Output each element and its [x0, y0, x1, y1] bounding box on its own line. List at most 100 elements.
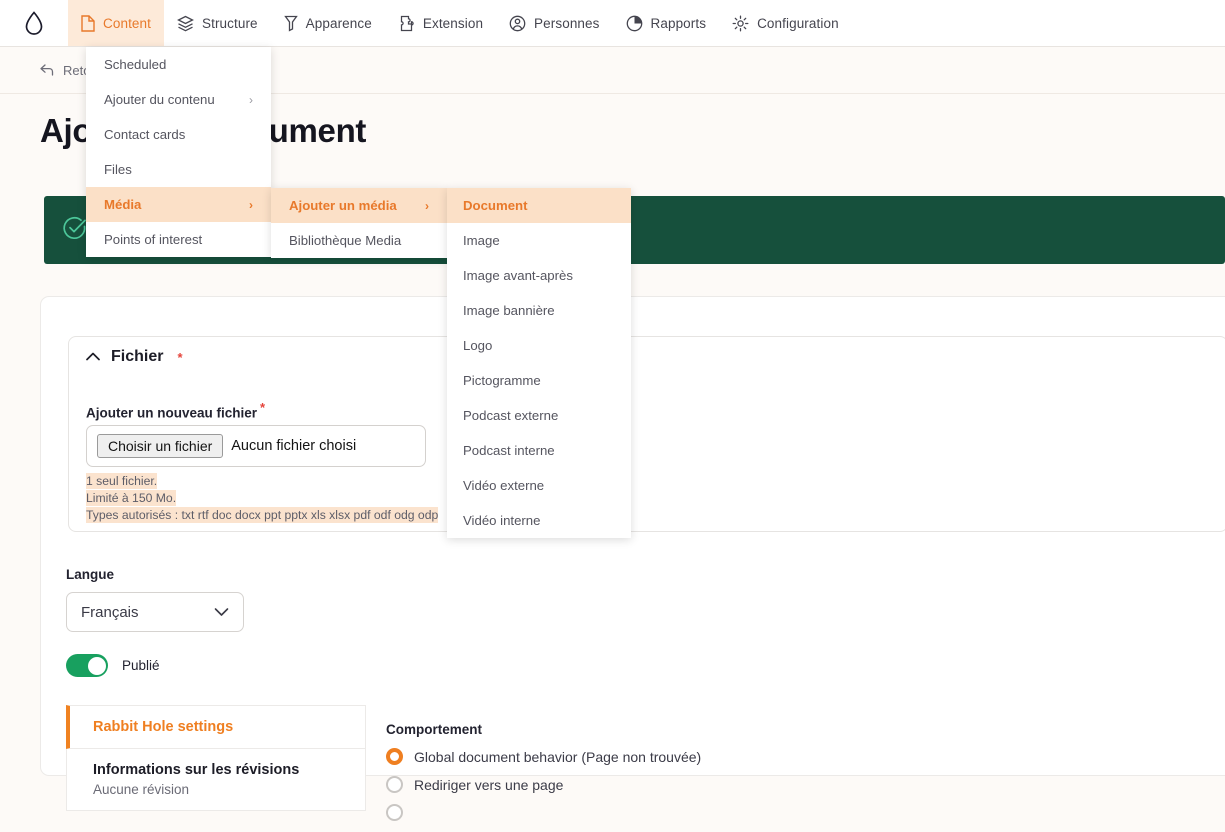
menu-item-logo[interactable]: Logo: [447, 328, 631, 363]
required-marker: *: [177, 350, 182, 365]
behavior-option-third[interactable]: [386, 804, 701, 821]
menu-item-contact-cards[interactable]: Contact cards: [86, 117, 271, 152]
menu-item-label: Ajouter un média: [289, 198, 397, 213]
toolbar-item-apparence[interactable]: Apparence: [271, 0, 385, 46]
menu-item-image-avant-apres[interactable]: Image avant-après: [447, 258, 631, 293]
person-circle-icon: [509, 15, 526, 32]
chevron-down-icon[interactable]: [214, 604, 229, 621]
menu-item-document[interactable]: Document: [447, 188, 631, 223]
menu-item-image-banniere[interactable]: Image bannière: [447, 293, 631, 328]
toolbar-item-content[interactable]: Content: [68, 0, 164, 46]
toolbar-item-personnes[interactable]: Personnes: [496, 0, 612, 46]
vertical-tabs: Rabbit Hole settings Informations sur le…: [66, 705, 366, 811]
behavior-heading: Comportement: [386, 722, 701, 737]
toolbar-item-label: Extension: [423, 16, 483, 31]
publish-toggle-label: Publié: [122, 658, 160, 673]
menu-item-ajouter-du-contenu[interactable]: Ajouter du contenu ›: [86, 82, 271, 117]
file-fieldset-legend[interactable]: Fichier *: [86, 348, 183, 366]
menu-item-label: Points of interest: [104, 232, 202, 247]
menu-item-podcast-externe[interactable]: Podcast externe: [447, 398, 631, 433]
vertical-tab-revisions[interactable]: Informations sur les révisions Aucune ré…: [66, 749, 366, 811]
language-value: Français: [81, 604, 139, 621]
vertical-tab-subtitle: Aucune révision: [93, 782, 339, 797]
behavior-option-label: Global document behavior (Page non trouv…: [414, 749, 701, 765]
toolbar-item-label: Apparence: [306, 16, 372, 31]
file-field-label-text: Ajouter un nouveau fichier: [86, 406, 257, 421]
menu-item-media[interactable]: Média ›: [86, 187, 271, 222]
menu-item-label: Vidéo interne: [463, 513, 540, 528]
language-select[interactable]: Français: [66, 592, 244, 632]
menu-item-label: Document: [463, 198, 527, 213]
menu-item-label: Ajouter du contenu: [104, 92, 215, 107]
menu-item-label: Scheduled: [104, 57, 166, 72]
file-hint-count: 1 seul fichier.: [86, 474, 157, 488]
behavior-option-global[interactable]: Global document behavior (Page non trouv…: [386, 748, 701, 765]
file-field-label: Ajouter un nouveau fichier*: [86, 400, 265, 421]
toolbar-item-configuration[interactable]: Configuration: [719, 0, 852, 46]
menu-item-label: Pictogramme: [463, 373, 541, 388]
menu-item-video-externe[interactable]: Vidéo externe: [447, 468, 631, 503]
file-hint-types: Types autorisés : txt rtf doc docx ppt p…: [86, 508, 438, 522]
menu-item-label: Vidéo externe: [463, 478, 544, 493]
gear-icon: [732, 15, 749, 32]
admin-toolbar: Content Structure Apparence Extension: [0, 0, 1225, 47]
publish-toggle-row[interactable]: Publié: [66, 654, 160, 677]
menu-item-video-interne[interactable]: Vidéo interne: [447, 503, 631, 538]
vertical-tab-title: Informations sur les révisions: [93, 762, 339, 778]
chevron-up-icon[interactable]: [86, 348, 100, 366]
menu-item-scheduled[interactable]: Scheduled: [86, 47, 271, 82]
vertical-tab-rabbit-hole[interactable]: Rabbit Hole settings: [66, 705, 366, 749]
media-menu-level2: Ajouter un média › Bibliothèque Media: [271, 188, 447, 258]
file-hint-size: Limité à 150 Mo.: [86, 491, 176, 505]
menu-item-podcast-interne[interactable]: Podcast interne: [447, 433, 631, 468]
menu-item-ajouter-un-media[interactable]: Ajouter un média ›: [271, 188, 447, 223]
toolbar-item-structure[interactable]: Structure: [164, 0, 271, 46]
vertical-tab-label: Rabbit Hole settings: [93, 719, 233, 735]
required-marker: *: [260, 400, 265, 415]
drupal-droplet-icon[interactable]: [0, 0, 68, 46]
menu-item-image[interactable]: Image: [447, 223, 631, 258]
menu-item-label: Logo: [463, 338, 492, 353]
file-hint-types-text: Types autorisés : txt rtf doc docx ppt p…: [86, 507, 438, 523]
content-menu-level1: Scheduled Ajouter du contenu › Contact c…: [86, 47, 271, 257]
menu-item-label: Podcast externe: [463, 408, 558, 423]
behavior-option-redirect[interactable]: Rediriger vers une page: [386, 776, 701, 793]
toolbar-item-rapports[interactable]: Rapports: [613, 0, 720, 46]
menu-item-label: Contact cards: [104, 127, 185, 142]
back-arrow-icon: [40, 64, 54, 76]
radio-unselected-icon[interactable]: [386, 776, 403, 793]
puzzle-piece-icon: [398, 15, 415, 32]
publish-toggle[interactable]: [66, 654, 108, 677]
no-file-chosen-text: Aucun fichier choisi: [231, 438, 356, 454]
file-upload-input[interactable]: Choisir un fichier Aucun fichier choisi: [86, 425, 426, 467]
menu-item-pictogramme[interactable]: Pictogramme: [447, 363, 631, 398]
toggle-knob: [88, 657, 106, 675]
document-icon: [81, 15, 95, 32]
menu-item-label: Média: [104, 197, 141, 212]
radio-unselected-icon[interactable]: [386, 804, 403, 821]
toolbar-item-label: Configuration: [757, 16, 839, 31]
menu-item-points-of-interest[interactable]: Points of interest: [86, 222, 271, 257]
chevron-right-icon: ›: [249, 93, 253, 107]
menu-item-label: Files: [104, 162, 132, 177]
layers-icon: [177, 15, 194, 32]
radio-selected-icon[interactable]: [386, 748, 403, 765]
menu-item-label: Bibliothèque Media: [289, 233, 401, 248]
language-label: Langue: [66, 567, 114, 582]
file-hint-count-text: 1 seul fichier.: [86, 473, 157, 489]
legend-text: Fichier: [111, 348, 163, 366]
toolbar-item-label: Content: [103, 16, 151, 31]
paint-roller-icon: [284, 15, 298, 32]
behavior-panel: Comportement Global document behavior (P…: [386, 722, 701, 832]
file-hint-size-text: Limité à 150 Mo.: [86, 490, 176, 506]
toolbar-item-label: Personnes: [534, 16, 599, 31]
chevron-right-icon: ›: [425, 199, 429, 213]
menu-item-label: Podcast interne: [463, 443, 555, 458]
toolbar-item-extension[interactable]: Extension: [385, 0, 496, 46]
toolbar-item-label: Structure: [202, 16, 258, 31]
choose-file-button[interactable]: Choisir un fichier: [97, 434, 223, 458]
menu-item-label: Image bannière: [463, 303, 555, 318]
check-circle-icon: [62, 215, 88, 246]
menu-item-bibliotheque-media[interactable]: Bibliothèque Media: [271, 223, 447, 258]
menu-item-files[interactable]: Files: [86, 152, 271, 187]
